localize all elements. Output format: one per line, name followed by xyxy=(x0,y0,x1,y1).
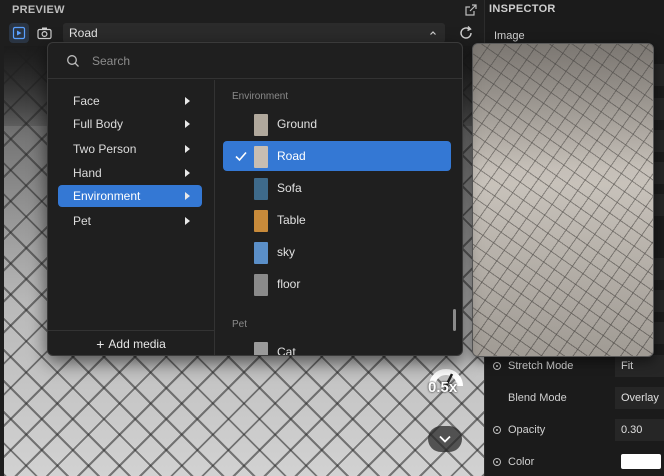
thumbnail xyxy=(254,178,268,200)
add-media-button[interactable]: + Add media xyxy=(48,331,214,355)
prop-name: Blend Mode xyxy=(508,392,567,404)
media-item-ground[interactable]: Ground xyxy=(223,109,451,139)
inspector-section-title: Image xyxy=(494,30,525,42)
expand-icon[interactable] xyxy=(464,3,478,17)
category-item-hand[interactable]: Hand xyxy=(58,162,202,184)
media-list: Environment Ground Road Sofa Table sky f… xyxy=(215,80,462,356)
media-label: Table xyxy=(277,213,306,227)
thumbnail xyxy=(254,146,268,168)
keyframe-icon[interactable] xyxy=(493,458,501,466)
category-label: Environment xyxy=(73,189,141,203)
keyframe-icon[interactable] xyxy=(493,362,501,370)
chevron-right-icon xyxy=(185,192,190,200)
section-label: Environment xyxy=(232,91,289,102)
thumbnail xyxy=(254,114,268,136)
refresh-icon[interactable] xyxy=(457,24,475,42)
media-picker-button[interactable] xyxy=(9,23,29,43)
media-label: Sofa xyxy=(277,181,302,195)
stretch-mode-select[interactable]: Fit xyxy=(615,355,664,377)
media-dropdown-value: Road xyxy=(69,26,98,40)
inspector-title: INSPECTOR xyxy=(489,3,556,15)
blend-mode-select[interactable]: Overlay xyxy=(615,387,664,409)
chevron-right-icon xyxy=(185,217,190,225)
thumbnail xyxy=(254,342,268,355)
media-item-cat[interactable]: Cat xyxy=(223,337,451,356)
plus-icon: + xyxy=(96,336,105,352)
media-picker-popup: Face Full Body Two Person Hand Environme… xyxy=(47,42,463,356)
chevron-down-icon xyxy=(439,435,451,443)
keyframe-icon[interactable] xyxy=(493,426,501,434)
category-label: Pet xyxy=(73,214,92,228)
thumbnail xyxy=(254,242,268,264)
section-label: Pet xyxy=(232,319,248,330)
prop-row-opacity: Opacity 0.30 xyxy=(485,417,664,443)
prop-name: Stretch Mode xyxy=(508,360,574,372)
media-list-scrollbar[interactable] xyxy=(453,309,456,331)
search-input[interactable] xyxy=(92,51,432,71)
category-item-face[interactable]: Face xyxy=(58,90,202,112)
preview-image-shading xyxy=(473,44,653,356)
category-item-two-person[interactable]: Two Person xyxy=(58,138,202,160)
media-label: sky xyxy=(277,245,295,259)
add-media-label: Add media xyxy=(108,337,166,351)
checkmark-icon xyxy=(235,151,247,162)
media-item-sofa[interactable]: Sofa xyxy=(223,173,451,203)
media-item-table[interactable]: Table xyxy=(223,205,451,235)
category-label: Hand xyxy=(73,166,102,180)
thumbnail xyxy=(254,210,268,232)
zoom-level[interactable]: 0.5x xyxy=(428,379,457,396)
chevron-right-icon xyxy=(185,145,190,153)
color-swatch[interactable] xyxy=(621,454,661,469)
opacity-input[interactable]: 0.30 xyxy=(615,419,664,441)
media-preview-image xyxy=(472,43,654,357)
chevron-right-icon xyxy=(185,120,190,128)
category-label: Face xyxy=(73,94,100,108)
category-item-full-body[interactable]: Full Body xyxy=(58,113,202,135)
media-item-floor[interactable]: floor xyxy=(223,269,451,299)
prop-name: Opacity xyxy=(508,424,546,436)
search-row xyxy=(48,43,462,79)
prop-name: Color xyxy=(508,456,535,468)
camera-button[interactable] xyxy=(34,23,54,43)
prop-row-color: Color xyxy=(485,449,664,475)
media-item-sky[interactable]: sky xyxy=(223,237,451,267)
chevron-up-icon xyxy=(430,31,436,35)
media-icon xyxy=(12,26,26,40)
category-item-pet[interactable]: Pet xyxy=(58,210,202,232)
expand-panel-button[interactable] xyxy=(428,426,462,452)
media-label: floor xyxy=(277,277,301,291)
thumbnail xyxy=(254,274,268,296)
media-label: Ground xyxy=(277,117,318,131)
category-item-environment[interactable]: Environment xyxy=(58,185,202,207)
search-icon xyxy=(67,55,79,67)
category-list: Face Full Body Two Person Hand Environme… xyxy=(48,80,214,330)
chevron-right-icon xyxy=(185,97,190,105)
category-label: Full Body xyxy=(73,117,124,131)
category-label: Two Person xyxy=(73,142,137,156)
prop-row-blend-mode: Blend Mode Overlay xyxy=(485,385,664,411)
preview-title: PREVIEW xyxy=(12,4,65,16)
media-dropdown[interactable]: Road xyxy=(63,23,445,43)
media-label: Road xyxy=(277,149,306,163)
camera-icon xyxy=(36,27,52,40)
media-label: Cat xyxy=(277,345,296,356)
chevron-right-icon xyxy=(185,169,190,177)
media-item-road[interactable]: Road xyxy=(223,141,451,171)
